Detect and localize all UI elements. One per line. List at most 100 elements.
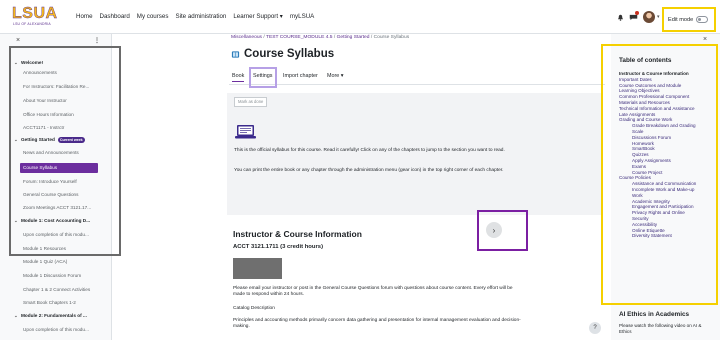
- course-index-item[interactable]: Module 1 Resources: [23, 244, 98, 254]
- course-index-item[interactable]: About Your Instructor: [23, 96, 98, 106]
- course-index-item[interactable]: For Instructors: Facilitation Re...: [23, 82, 98, 92]
- toc-item[interactable]: Technical Information and Assistance: [619, 106, 695, 112]
- breadcrumb-item[interactable]: Getting Started: [337, 35, 370, 40]
- primary-navigation: Home Dashboard My courses Site administr…: [76, 13, 314, 20]
- mark-as-done-button[interactable]: Mark as done: [234, 97, 268, 107]
- toc-item[interactable]: Assistance and Communication: [632, 181, 696, 187]
- toc-item[interactable]: Course Policies: [619, 175, 651, 181]
- toc-item[interactable]: Exams: [632, 164, 646, 170]
- course-index-label: Office Hours Information: [23, 112, 74, 117]
- next-chapter-button[interactable]: ›: [486, 222, 502, 238]
- toc-item[interactable]: Accessibility: [632, 222, 657, 228]
- logo-text: LSUA: [12, 5, 58, 22]
- nav-learner-support[interactable]: Learner Support ▾: [233, 13, 283, 20]
- chevron-down-icon[interactable]: ⌄: [14, 216, 21, 226]
- tab-settings[interactable]: Settings: [253, 72, 272, 81]
- toc-item[interactable]: SmartBook: [632, 146, 655, 152]
- breadcrumb-item[interactable]: TEST COURSE_MODULE 4.5: [266, 35, 333, 40]
- bell-icon[interactable]: [617, 14, 624, 21]
- close-icon[interactable]: ×: [16, 37, 20, 44]
- course-index-section[interactable]: ⌄ Welcome!: [14, 58, 98, 68]
- course-index-item[interactable]: General Course Questions: [23, 190, 98, 200]
- nav-home[interactable]: Home: [76, 13, 93, 20]
- course-index-label: About Your Instructor: [23, 98, 67, 103]
- course-index-section[interactable]: ⌄ Module 1: Cost Accounting D...: [14, 216, 98, 226]
- toc-item[interactable]: Instructor & Course Information: [619, 71, 689, 77]
- redacted-image: [233, 258, 282, 279]
- course-index-item[interactable]: Announcements: [23, 68, 98, 78]
- chevron-down-icon[interactable]: ▾: [657, 14, 660, 20]
- course-index-label: ACCT1171 - Instrctr: [23, 125, 65, 130]
- toc-item[interactable]: Important Dates: [619, 77, 652, 83]
- toc-item[interactable]: Apply Assignments: [632, 158, 671, 164]
- chevron-down-icon[interactable]: ⌄: [14, 58, 21, 68]
- lsua-logo[interactable]: LSUA LSU OF ALEXANDRIA: [12, 5, 64, 30]
- toc-item[interactable]: Learning Objectives: [619, 88, 660, 94]
- course-index-item[interactable]: Forum: Introduce Yourself: [23, 177, 98, 187]
- current-week-badge: Current week: [57, 136, 85, 143]
- nav-my-courses[interactable]: My courses: [137, 13, 169, 20]
- top-navbar: LSUA LSU OF ALEXANDRIA Home Dashboard My…: [0, 0, 720, 34]
- course-index-item[interactable]: Zoom Meetings ACCT 3121.17...: [23, 203, 98, 213]
- toc-item[interactable]: Homework: [632, 141, 654, 147]
- course-index-item[interactable]: ACCT1171 - Instrctr: [23, 123, 98, 133]
- toc-item[interactable]: Quizzes: [632, 152, 649, 158]
- course-index-label: Forum: Introduce Yourself: [23, 179, 77, 184]
- toc-item[interactable]: Engagement and Participation: [632, 204, 694, 210]
- laptop-icon: [235, 125, 256, 139]
- nav-mylsua[interactable]: myLSUA: [290, 13, 314, 20]
- edit-mode-toggle[interactable]: [696, 16, 708, 23]
- chevron-down-icon[interactable]: ⌄: [14, 135, 21, 145]
- toc-item[interactable]: Grading and Course Work: [619, 117, 672, 123]
- contact-paragraph: Please email your instructor or post in …: [233, 286, 513, 298]
- close-icon[interactable]: ×: [703, 36, 707, 43]
- course-index-item[interactable]: Module 1 Discussion Forum: [23, 271, 98, 281]
- course-index-item[interactable]: Upon completion of this modu...: [23, 230, 98, 240]
- course-index-label: Zoom Meetings ACCT 3121.17...: [23, 205, 92, 210]
- tab-more[interactable]: More ▾: [327, 72, 344, 81]
- toc-item[interactable]: Diversity Statement: [632, 233, 672, 239]
- toc-item[interactable]: Online Etiquette: [632, 228, 665, 234]
- toc-item[interactable]: Grade Breakdown and Grading: [632, 123, 696, 129]
- course-index-item[interactable]: Office Hours Information: [23, 110, 98, 120]
- toc-item[interactable]: Course Project: [632, 170, 662, 176]
- breadcrumb-item[interactable]: Miscellaneous: [231, 35, 262, 40]
- course-index-item[interactable]: Chapter 1 & 2 Connect Activities: [23, 285, 98, 295]
- toc-item[interactable]: Common Professional Component: [619, 94, 689, 100]
- user-avatar[interactable]: [643, 11, 655, 23]
- course-index-item[interactable]: Module 1 Quiz (ACA): [23, 257, 98, 267]
- toc-item[interactable]: Late Assignments: [619, 112, 655, 118]
- breadcrumb-current: Course Syllabus: [373, 35, 410, 40]
- course-index-label: Course Syllabus: [23, 165, 58, 170]
- more-options-icon[interactable]: ⋮: [94, 37, 100, 44]
- toc-item[interactable]: Academic Integrity: [632, 199, 670, 205]
- catalog-description-text: Principles and accounting methods primar…: [233, 318, 521, 330]
- course-index-label: Module 2: Fundamentals of ...: [21, 313, 87, 318]
- nav-site-administration[interactable]: Site administration: [175, 13, 226, 20]
- chevron-down-icon[interactable]: ⌄: [14, 311, 21, 321]
- course-index-label: For Instructors: Facilitation Re...: [23, 84, 90, 89]
- course-index-item[interactable]: Smart Book Chapters 1-2: [23, 298, 98, 308]
- toc-item[interactable]: Course Outcomes and Module: [619, 83, 681, 89]
- toc-item[interactable]: Security: [632, 216, 649, 222]
- toc-item[interactable]: Incomplete Work and Make-up: [632, 187, 694, 193]
- course-index-item[interactable]: News and Announcements: [23, 148, 98, 158]
- course-index-section[interactable]: ⌄ Module 2: Fundamentals of ...: [14, 311, 98, 321]
- help-button[interactable]: ?: [589, 322, 601, 334]
- toc-item[interactable]: Privacy Rights and Online: [632, 210, 685, 216]
- tab-import-chapter[interactable]: Import chapter: [283, 72, 318, 81]
- toc-item[interactable]: Scale: [632, 129, 644, 135]
- toc-item[interactable]: Work: [632, 193, 643, 199]
- course-index-label: News and Announcements: [23, 150, 79, 155]
- nav-dashboard[interactable]: Dashboard: [100, 13, 130, 20]
- course-index-item[interactable]: Course Syllabus: [20, 163, 98, 173]
- tab-book[interactable]: Book: [232, 72, 245, 82]
- toc-item[interactable]: Discussions Forum: [632, 135, 671, 141]
- course-index-section[interactable]: ⌄ Getting Started Current week: [14, 135, 98, 145]
- course-index-label: General Course Questions: [23, 192, 79, 197]
- course-index-item[interactable]: Upon completion of this modu...: [23, 325, 98, 335]
- course-index-label: Module 1 Discussion Forum: [23, 273, 82, 278]
- messages-icon[interactable]: [629, 14, 638, 21]
- course-index-label: Upon completion of this modu...: [23, 327, 89, 332]
- toc-item[interactable]: Materials and Resources: [619, 100, 670, 106]
